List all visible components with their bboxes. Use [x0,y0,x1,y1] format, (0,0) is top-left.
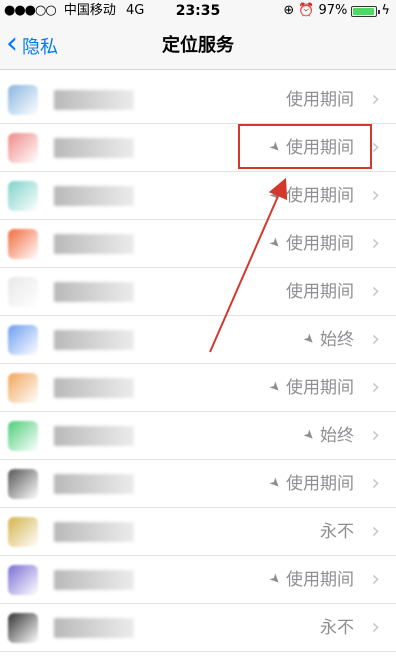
annotation-arrow [209,177,288,353]
